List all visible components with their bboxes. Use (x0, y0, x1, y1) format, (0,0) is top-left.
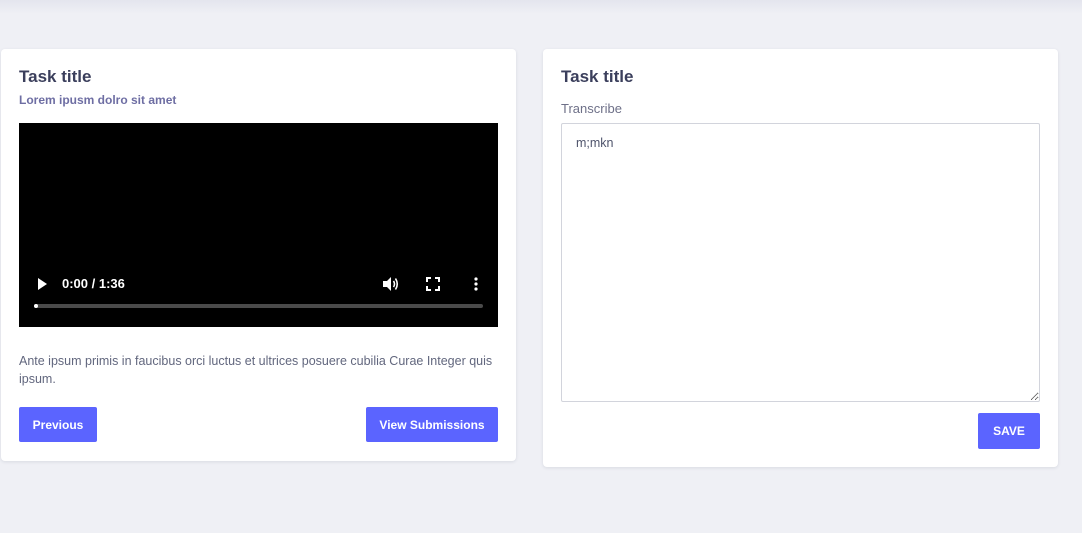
task-description: Ante ipsum primis in faucibus orci luctu… (19, 354, 493, 386)
card-subtitle: Lorem ipusm dolro sit amet (19, 93, 177, 107)
volume-icon[interactable] (382, 276, 400, 292)
more-options-icon[interactable] (472, 277, 480, 291)
video-task-card: Task title Lorem ipusm dolro sit amet 0:… (1, 49, 516, 461)
video-progress-fill (34, 304, 38, 308)
transcribe-textarea[interactable]: m;mkn (561, 123, 1040, 402)
card-title: Task title (561, 67, 634, 86)
view-submissions-button[interactable]: View Submissions (366, 407, 498, 442)
video-progress-bar[interactable] (34, 304, 483, 308)
previous-button[interactable]: Previous (19, 407, 97, 442)
fullscreen-icon[interactable] (426, 277, 440, 291)
play-icon[interactable] (38, 278, 47, 290)
card-title: Task title (19, 67, 92, 86)
video-time: 0:00 / 1:36 (62, 276, 125, 291)
save-button[interactable]: SAVE (978, 413, 1040, 449)
transcribe-label: Transcribe (561, 101, 622, 116)
video-player[interactable]: 0:00 / 1:36 (19, 123, 498, 327)
transcribe-task-card: Task title Transcribe m;mkn SAVE (543, 49, 1058, 467)
top-bar-shadow (0, 0, 1082, 14)
